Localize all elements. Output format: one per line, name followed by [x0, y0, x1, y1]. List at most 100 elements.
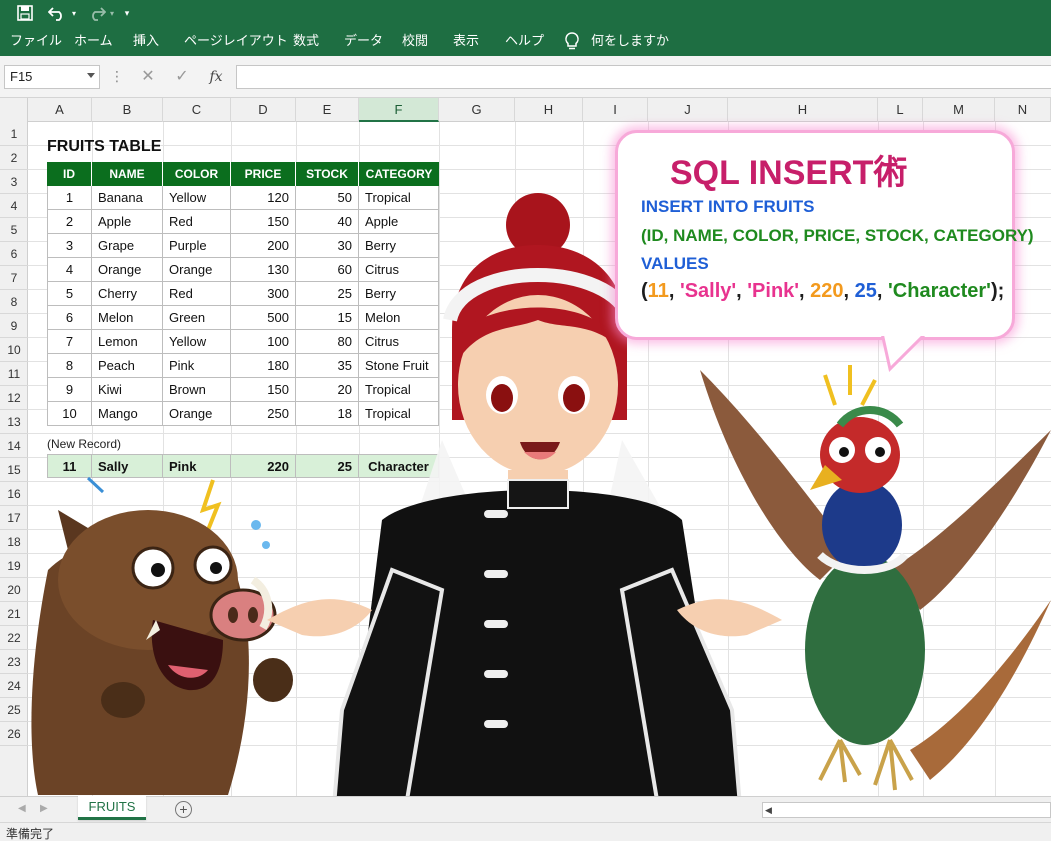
redo-dropdown-icon[interactable]: ▾	[108, 3, 116, 23]
row-header[interactable]: 20	[0, 578, 28, 602]
table-cell[interactable]: 10	[47, 402, 92, 426]
tab-page-layout[interactable]: ページレイアウト	[184, 32, 288, 50]
undo-dropdown-icon[interactable]: ▾	[70, 3, 78, 23]
row-header[interactable]: 26	[0, 722, 28, 746]
horizontal-scrollbar[interactable]: ◀	[762, 802, 1051, 818]
row-header[interactable]: 4	[0, 194, 28, 218]
row-header[interactable]: 11	[0, 362, 28, 386]
tab-home[interactable]: ホーム	[74, 32, 113, 50]
row-header[interactable]: 7	[0, 266, 28, 290]
save-icon[interactable]	[14, 3, 36, 23]
column-header-active[interactable]: F	[359, 98, 439, 122]
table-cell[interactable]: Peach	[92, 354, 163, 378]
column-header[interactable]: B	[92, 98, 163, 122]
table-cell[interactable]: Grape	[92, 234, 163, 258]
add-sheet-button[interactable]: +	[175, 801, 192, 818]
table-cell[interactable]: 6	[47, 306, 92, 330]
row-header[interactable]: 23	[0, 650, 28, 674]
header-cell[interactable]: NAME	[92, 162, 163, 186]
table-cell[interactable]: Brown	[163, 378, 231, 402]
row-header[interactable]: 16	[0, 482, 28, 506]
column-header[interactable]: I	[583, 98, 648, 122]
tab-help[interactable]: ヘルプ	[505, 32, 544, 50]
tab-review[interactable]: 校閲	[402, 32, 428, 50]
tab-data[interactable]: データ	[344, 32, 383, 50]
table-cell[interactable]: Green	[163, 306, 231, 330]
tell-me-search[interactable]: 何をしますか	[591, 32, 669, 50]
table-cell[interactable]: Orange	[163, 258, 231, 282]
row-header[interactable]: 22	[0, 626, 28, 650]
row-header[interactable]: 24	[0, 674, 28, 698]
row-header[interactable]: 12	[0, 386, 28, 410]
table-cell[interactable]: 4	[47, 258, 92, 282]
scroll-left-icon[interactable]: ◀	[765, 805, 772, 816]
row-header[interactable]: 3	[0, 170, 28, 194]
column-header[interactable]: N	[995, 98, 1051, 122]
tab-formulas[interactable]: 数式	[293, 32, 319, 50]
insert-function-button[interactable]: fx	[205, 66, 227, 88]
row-header[interactable]: 5	[0, 218, 28, 242]
table-cell[interactable]: Orange	[92, 258, 163, 282]
row-header[interactable]: 14	[0, 434, 28, 458]
tab-file[interactable]: ファイル	[10, 32, 62, 50]
table-cell[interactable]: Melon	[92, 306, 163, 330]
row-header[interactable]: 21	[0, 602, 28, 626]
table-cell[interactable]: Apple	[92, 210, 163, 234]
sheet-tab-fruits[interactable]: FRUITS	[78, 796, 146, 820]
table-cell[interactable]: Purple	[163, 234, 231, 258]
header-cell[interactable]: COLOR	[163, 162, 231, 186]
tab-insert[interactable]: 挿入	[133, 32, 159, 50]
table-cell[interactable]: Yellow	[163, 330, 231, 354]
column-header[interactable]: E	[296, 98, 359, 122]
column-header[interactable]: H	[515, 98, 583, 122]
cancel-icon[interactable]: ✕	[137, 66, 159, 88]
row-header[interactable]: 15	[0, 458, 28, 482]
column-header[interactable]: H	[728, 98, 878, 122]
name-box[interactable]: F15	[4, 65, 100, 89]
undo-icon[interactable]	[46, 3, 68, 23]
table-cell[interactable]: Banana	[92, 186, 163, 210]
customize-qat-icon[interactable]: ▾	[122, 3, 132, 23]
header-cell[interactable]: ID	[47, 162, 92, 186]
row-header[interactable]: 25	[0, 698, 28, 722]
row-header[interactable]: 10	[0, 338, 28, 362]
enter-icon[interactable]: ✓	[171, 66, 193, 88]
row-header[interactable]: 8	[0, 290, 28, 314]
row-header[interactable]: 2	[0, 146, 28, 170]
row-header[interactable]: 19	[0, 554, 28, 578]
column-header[interactable]: C	[163, 98, 231, 122]
row-header[interactable]: 6	[0, 242, 28, 266]
header-cell[interactable]: STOCK	[296, 162, 359, 186]
table-cell[interactable]: Pink	[163, 354, 231, 378]
table-cell[interactable]: 1	[47, 186, 92, 210]
table-cell[interactable]: 8	[47, 354, 92, 378]
column-header[interactable]: A	[28, 98, 92, 122]
row-header[interactable]: 18	[0, 530, 28, 554]
table-cell[interactable]: 9	[47, 378, 92, 402]
row-header[interactable]: 9	[0, 314, 28, 338]
table-cell[interactable]: Kiwi	[92, 378, 163, 402]
table-cell[interactable]: Cherry	[92, 282, 163, 306]
table-cell[interactable]: 7	[47, 330, 92, 354]
name-box-dropdown-icon[interactable]	[87, 73, 95, 78]
column-header[interactable]: G	[439, 98, 515, 122]
row-header[interactable]: 17	[0, 506, 28, 530]
table-cell[interactable]: Mango	[92, 402, 163, 426]
table-cell[interactable]: Orange	[163, 402, 231, 426]
lightbulb-icon[interactable]	[563, 31, 581, 51]
column-header[interactable]: M	[923, 98, 995, 122]
row-header[interactable]: 13	[0, 410, 28, 434]
table-cell[interactable]: Lemon	[92, 330, 163, 354]
redo-icon[interactable]	[86, 3, 108, 23]
table-cell[interactable]: Yellow	[163, 186, 231, 210]
sheet-next-icon[interactable]: ▶	[40, 803, 48, 814]
header-cell[interactable]: PRICE	[231, 162, 296, 186]
header-cell[interactable]: CATEGORY	[359, 162, 439, 186]
formula-input[interactable]	[236, 65, 1051, 89]
tab-view[interactable]: 表示	[453, 32, 479, 50]
table-cell[interactable]: 2	[47, 210, 92, 234]
table-cell[interactable]: Red	[163, 210, 231, 234]
column-header[interactable]: J	[648, 98, 728, 122]
table-cell[interactable]: 5	[47, 282, 92, 306]
column-header[interactable]: D	[231, 98, 296, 122]
